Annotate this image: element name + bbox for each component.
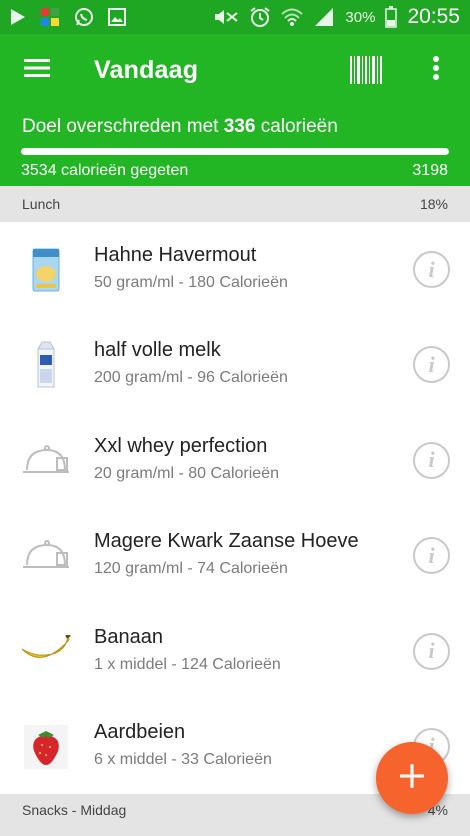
milk-carton-icon (18, 337, 74, 393)
food-name: Hahne Havermout (94, 244, 257, 266)
battery-percentage: 30% (345, 8, 376, 26)
section-name: Lunch (22, 196, 61, 212)
info-button[interactable]: i (413, 251, 450, 288)
section-name: Snacks - Middag (22, 802, 127, 818)
info-icon: i (428, 351, 435, 377)
app-bar: Vandaag (0, 34, 470, 106)
calories-eaten-label: 3534 calorieën gegeten (21, 162, 189, 179)
calorie-goal-value: 3198 (412, 162, 448, 179)
battery-icon (385, 6, 398, 28)
clock: 20:55 (407, 5, 460, 28)
calorie-progress-bar (21, 148, 449, 155)
banana-icon (18, 624, 74, 680)
page-title: Vandaag (94, 55, 199, 84)
alarm-icon (249, 6, 271, 28)
info-icon: i (428, 447, 435, 473)
calorie-summary: Doel overschreden met 336 calorieën 3534… (0, 106, 470, 194)
info-icon: i (428, 638, 435, 664)
gallery-icon (108, 8, 126, 26)
barcode-scan-button[interactable] (350, 56, 382, 84)
calorie-progress-fill (21, 148, 449, 155)
app-icon (40, 7, 60, 27)
whatsapp-icon (74, 7, 94, 27)
info-button[interactable]: i (413, 441, 450, 479)
food-description: 6 x middel - 33 Calorieën (94, 750, 272, 768)
goal-exceeded-amount: 336 (223, 116, 256, 137)
food-list: Hahne Havermout 50 gram/ml - 180 Calorie… (0, 222, 470, 795)
food-description: 200 gram/ml - 96 Calorieën (94, 369, 288, 387)
add-food-button[interactable] (376, 742, 448, 814)
strawberry-icon (18, 719, 74, 775)
food-item[interactable]: Hahne Havermout 50 gram/ml - 180 Calorie… (0, 222, 470, 318)
plus-icon (400, 763, 424, 793)
food-description: 50 gram/ml - 180 Calorieën (94, 274, 288, 291)
food-item[interactable]: half volle melk 200 gram/ml - 96 Calorie… (0, 317, 470, 413)
oats-package-icon (18, 242, 74, 298)
play-store-icon (10, 8, 26, 26)
wifi-icon (281, 7, 304, 27)
food-item[interactable]: Magere Kwark Zaanse Hoeve 120 gram/ml - … (0, 508, 470, 604)
section-header-lunch[interactable]: Lunch 18% (0, 186, 470, 222)
more-vert-icon (432, 55, 440, 85)
food-item[interactable]: Xxl whey perfection 20 gram/ml - 80 Calo… (0, 412, 470, 509)
status-bar: 30% 20:55 (0, 0, 470, 34)
info-button[interactable]: i (413, 346, 450, 384)
barcode-icon (350, 56, 382, 88)
signal-icon (313, 7, 335, 27)
food-name: Banaan (94, 625, 163, 648)
food-item[interactable]: Banaan 1 x middel - 124 Calorieën i (0, 603, 470, 699)
food-name: Aardbeien (94, 720, 186, 743)
info-icon: i (428, 542, 435, 568)
food-name: Xxl whey perfection (94, 434, 268, 457)
goal-suffix: calorieën (255, 116, 338, 137)
section-percentage: 18% (419, 196, 448, 212)
food-dish-icon (18, 528, 74, 584)
goal-prefix: Doel overschreden met (22, 116, 224, 137)
info-button[interactable]: i (413, 537, 450, 575)
mute-icon (213, 8, 239, 26)
menu-icon (24, 58, 50, 83)
food-dish-icon (18, 433, 74, 489)
food-description: 120 gram/ml - 74 Calorieën (94, 560, 288, 578)
goal-exceeded-text: Doel overschreden met 336 calorieën (22, 116, 338, 138)
menu-button[interactable] (0, 34, 74, 106)
food-name: half volle melk (94, 339, 221, 362)
info-button[interactable]: i (413, 632, 450, 670)
food-description: 20 gram/ml - 80 Calorieën (94, 464, 279, 482)
more-options-button[interactable] (424, 52, 448, 88)
food-description: 1 x middel - 124 Calorieën (94, 655, 281, 673)
food-name: Magere Kwark Zaanse Hoeve (94, 530, 359, 553)
info-icon: i (428, 256, 435, 282)
